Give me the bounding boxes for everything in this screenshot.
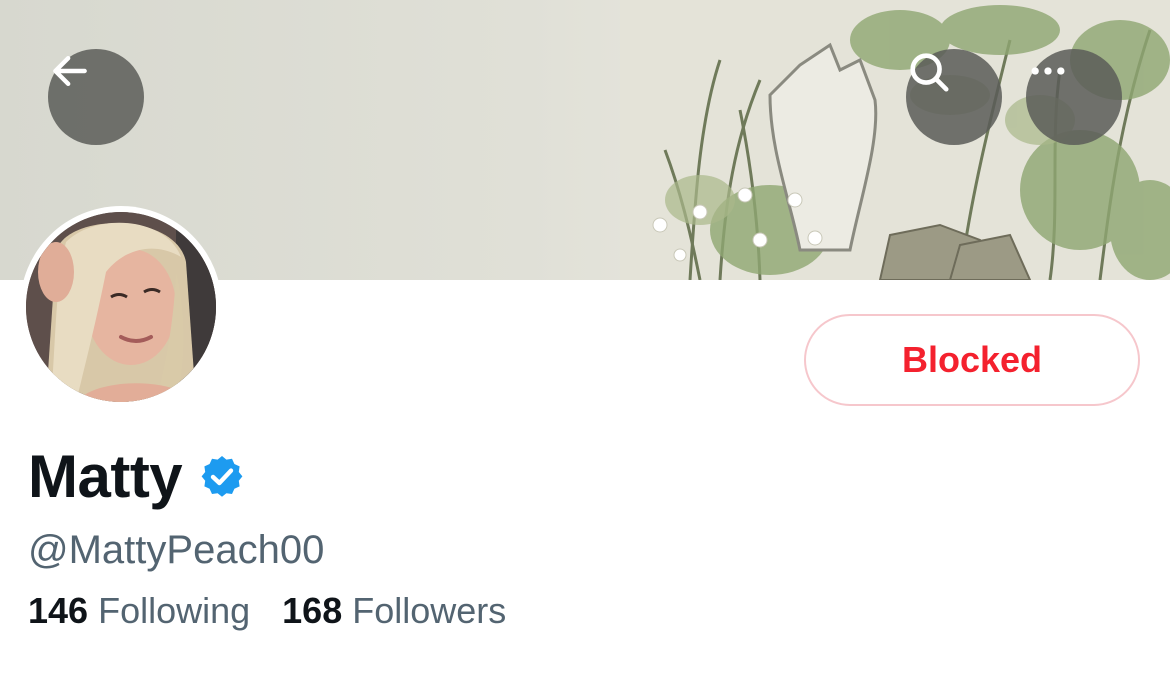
blocked-button-label: Blocked [901, 339, 1043, 380]
followers-label: Followers [352, 590, 507, 631]
followers-stat[interactable]: 168 Followers [282, 590, 506, 632]
blocked-button[interactable]: Blocked [804, 314, 1140, 406]
display-name: Matty [28, 443, 183, 510]
following-stat[interactable]: 146 Following [28, 590, 250, 632]
name-row: Matty [28, 442, 246, 511]
avatar-image [26, 212, 216, 402]
arrow-left-icon [53, 55, 87, 87]
following-label: Following [98, 590, 251, 631]
follow-stats: 146 Following 168 Followers [28, 590, 506, 632]
avatar[interactable] [20, 206, 222, 408]
profile-page: Blocked Matty @MattyPeach00 146 Followin… [0, 0, 1170, 676]
followers-count: 168 [282, 590, 343, 631]
search-button[interactable] [906, 49, 1002, 145]
more-horizontal-icon [1031, 67, 1065, 75]
more-button[interactable] [1026, 49, 1122, 145]
user-handle: @MattyPeach00 [28, 528, 325, 572]
verified-badge-icon[interactable] [198, 453, 246, 501]
back-button[interactable] [48, 49, 144, 145]
following-count: 146 [28, 590, 89, 631]
search-icon [910, 53, 949, 92]
